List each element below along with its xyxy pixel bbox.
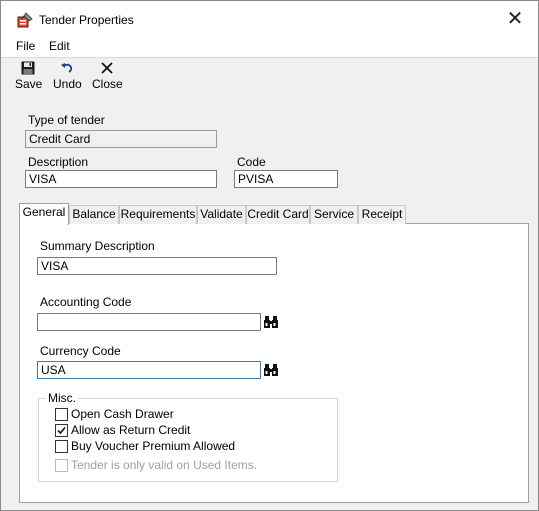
window-title: Tender Properties xyxy=(39,13,134,27)
allow-return-credit-label[interactable]: Allow as Return Credit xyxy=(71,423,190,437)
used-items-only-label: Tender is only valid on Used Items. xyxy=(71,458,258,472)
close-icon[interactable]: ✕ xyxy=(501,7,529,31)
menu-file[interactable]: File xyxy=(16,39,35,53)
description-input[interactable]: VISA xyxy=(25,170,217,188)
tab-balance[interactable]: Balance xyxy=(69,205,119,224)
undo-label: Undo xyxy=(53,77,82,91)
app-icon xyxy=(17,12,33,28)
undo-icon xyxy=(61,63,73,73)
used-items-only-checkbox xyxy=(55,459,68,472)
allow-return-credit-checkbox[interactable] xyxy=(55,424,68,437)
accounting-code-input[interactable] xyxy=(37,313,261,331)
undo-button[interactable]: Undo xyxy=(53,61,82,91)
description-label: Description xyxy=(28,155,89,169)
close-x-icon xyxy=(101,62,113,74)
toolbar: Save Undo Close xyxy=(1,58,538,96)
tender-properties-window: Tender Properties ✕ File Edit Save Undo xyxy=(0,0,539,511)
tab-requirements[interactable]: Requirements xyxy=(119,205,197,224)
summary-description-input[interactable]: VISA xyxy=(37,257,277,275)
tab-receipt[interactable]: Receipt xyxy=(358,205,406,224)
binoculars-icon[interactable] xyxy=(263,362,279,378)
title-bar[interactable]: Tender Properties ✕ xyxy=(1,1,538,37)
summary-description-label: Summary Description xyxy=(40,239,155,253)
close-button[interactable]: Close xyxy=(92,61,123,91)
menu-bar: File Edit xyxy=(1,37,538,58)
save-button[interactable]: Save xyxy=(15,61,43,91)
close-label: Close xyxy=(92,77,123,91)
currency-code-label: Currency Code xyxy=(40,344,121,358)
menu-edit[interactable]: Edit xyxy=(49,39,70,53)
tab-general[interactable]: General xyxy=(19,203,69,225)
open-cash-drawer-checkbox[interactable] xyxy=(55,408,68,421)
code-label: Code xyxy=(237,155,266,169)
checkmark-icon xyxy=(57,426,66,435)
accounting-code-label: Accounting Code xyxy=(40,295,132,309)
open-cash-drawer-label[interactable]: Open Cash Drawer xyxy=(71,407,174,421)
buy-voucher-premium-label[interactable]: Buy Voucher Premium Allowed xyxy=(71,439,235,453)
tab-credit-card[interactable]: Credit Card xyxy=(246,205,310,224)
type-of-tender-field: Credit Card xyxy=(25,130,217,148)
misc-group-label: Misc. xyxy=(46,391,78,405)
tab-service[interactable]: Service xyxy=(310,205,358,224)
save-label: Save xyxy=(15,77,43,91)
save-icon xyxy=(21,61,35,75)
buy-voucher-premium-checkbox[interactable] xyxy=(55,440,68,453)
currency-code-input[interactable]: USA xyxy=(37,361,261,379)
code-input[interactable]: PVISA xyxy=(234,170,338,188)
binoculars-icon[interactable] xyxy=(263,314,279,330)
type-of-tender-label: Type of tender xyxy=(28,113,105,127)
tab-validate[interactable]: Validate xyxy=(197,205,246,224)
